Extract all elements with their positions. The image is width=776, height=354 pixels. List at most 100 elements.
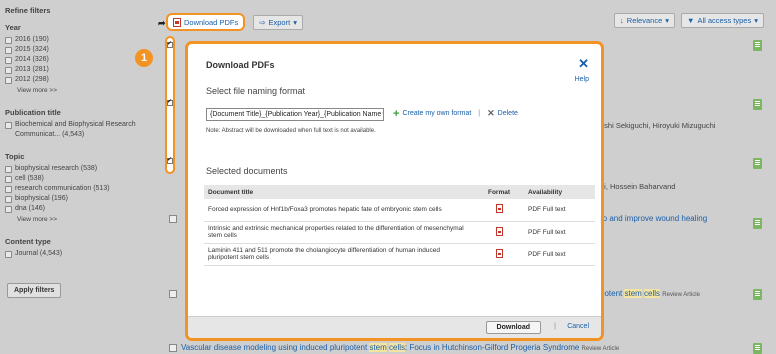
plus-icon[interactable]: +: [393, 108, 399, 119]
pdf-icon: [495, 226, 503, 236]
filter-option[interactable]: 2014 (326): [5, 55, 143, 65]
column-header: Availability: [524, 185, 595, 199]
export-icon: ⇨: [259, 17, 266, 27]
dialog-title: Download PDFs: [206, 60, 275, 70]
availability-cell: PDF Full text: [524, 243, 595, 266]
dialog-footer: Download | Cancel: [188, 316, 601, 338]
help-link[interactable]: Help: [575, 76, 589, 83]
download-pdfs-label: Download PDFs: [184, 17, 239, 27]
pointer-arrow-icon: ➦: [158, 18, 166, 28]
document-icon[interactable]: [753, 343, 762, 354]
checkbox[interactable]: [5, 175, 12, 183]
filter-option[interactable]: research communication (513): [5, 184, 143, 194]
result-title[interactable]: Vascular disease modeling using induced …: [181, 343, 619, 352]
download-button[interactable]: Download: [485, 321, 541, 334]
filter-option-label: Journal (4,543): [15, 250, 63, 257]
document-icon[interactable]: [753, 40, 762, 51]
format-cell: [474, 243, 524, 266]
filter-group-title: Publication title: [5, 108, 61, 117]
filter-option-label: 2014 (326): [15, 56, 49, 63]
table-row: Intrinsic and extrinsic mechanical prope…: [204, 221, 595, 244]
result-checkbox-checked[interactable]: [167, 98, 173, 106]
filter-option[interactable]: 2015 (324): [5, 45, 143, 55]
chevron-down-icon: ▾: [293, 17, 297, 27]
checkbox[interactable]: [5, 121, 12, 129]
filter-group-title: Year: [5, 23, 21, 32]
checkbox[interactable]: [5, 250, 12, 258]
checkbox[interactable]: [5, 36, 12, 44]
filter-option[interactable]: biophysical (196): [5, 194, 143, 204]
naming-format-select[interactable]: {Document Title}_{Publication Year}_{Pub…: [206, 108, 384, 121]
selected-checkboxes-highlight: [165, 36, 175, 174]
filter-option-label: 2013 (281): [15, 66, 49, 73]
chevron-down-icon: ▾: [665, 16, 670, 25]
filter-option[interactable]: 2013 (281): [5, 65, 143, 75]
pdf-icon: [173, 17, 181, 27]
sort-controls: ↓ Relevance ▾ ▼ All access types ▾: [614, 13, 764, 28]
close-icon[interactable]: ✕: [578, 56, 589, 72]
availability-cell: PDF Full text: [524, 199, 595, 222]
filter-option[interactable]: 2016 (190): [5, 35, 143, 45]
delete-icon[interactable]: ✕: [487, 108, 495, 119]
download-pdfs-button[interactable]: ➦ Download PDFs: [158, 13, 246, 31]
view-more-link[interactable]: View more >>: [5, 85, 143, 96]
filter-option-label: biophysical (196): [15, 195, 68, 202]
checkbox[interactable]: [5, 185, 12, 193]
filter-option-label: cell (538): [15, 175, 44, 182]
separator: |: [478, 110, 481, 117]
naming-format-value: {Document Title}_{Publication Year}_{Pub…: [210, 111, 382, 118]
column-header: Format: [474, 185, 524, 199]
filter-option-label: 2012 (298): [15, 76, 49, 83]
step-number-badge: 1: [135, 49, 153, 67]
result-checkbox-checked[interactable]: [167, 156, 173, 164]
delete-link[interactable]: Delete: [498, 110, 518, 117]
checkbox[interactable]: [5, 66, 12, 74]
checkbox[interactable]: [5, 205, 12, 213]
filter-option[interactable]: Journal (4,543): [5, 249, 143, 259]
filter-option[interactable]: biophysical research (538): [5, 164, 143, 174]
checkbox[interactable]: [5, 165, 12, 173]
relevance-sort-button[interactable]: ↓ Relevance ▾: [614, 13, 676, 28]
document-icon[interactable]: [753, 158, 762, 169]
document-icon[interactable]: [753, 218, 762, 229]
filter-option[interactable]: dna (146): [5, 204, 143, 214]
filter-option-label: biophysical research (538): [15, 165, 98, 172]
filter-option[interactable]: 2012 (298): [5, 75, 143, 85]
results-toolbar: ➦ Download PDFs ⇨ Export ▾: [158, 12, 303, 32]
cancel-link[interactable]: Cancel: [567, 323, 589, 330]
filter-option-label: 2016 (190): [15, 36, 49, 43]
export-button[interactable]: ⇨ Export ▾: [253, 14, 303, 30]
result-checkbox[interactable]: [169, 290, 177, 298]
access-types-label: All access types: [697, 16, 752, 25]
abstract-note: Note: Abstract will be downloaded when f…: [206, 128, 376, 134]
document-icon[interactable]: [753, 289, 762, 300]
access-types-button[interactable]: ▼ All access types ▾: [681, 13, 764, 28]
filter-option-label: 2015 (324): [15, 46, 49, 53]
sort-arrow-icon: ↓: [620, 16, 624, 25]
result-checkbox-checked[interactable]: [167, 40, 173, 48]
checkbox[interactable]: [5, 56, 12, 64]
result-author-snippet: oshi Sekiguchi, Hiroyuki Mizuguchi: [600, 121, 716, 130]
result-checkbox[interactable]: [169, 344, 177, 352]
document-icon[interactable]: [753, 99, 762, 110]
availability-cell: PDF Full text: [524, 221, 595, 244]
filter-group-title: Topic: [5, 152, 25, 161]
document-title-cell: Intrinsic and extrinsic mechanical prope…: [204, 221, 474, 244]
view-more-link[interactable]: View more >>: [5, 214, 143, 225]
filter-group-content-type: Content type Journal (4,543): [5, 237, 143, 259]
filter-option[interactable]: Biochemical and Biophysical Research Com…: [5, 120, 143, 140]
refine-filters-title: Refine filters: [5, 6, 51, 15]
create-format-link[interactable]: Create my own format: [402, 110, 471, 117]
pdf-icon: [495, 248, 503, 258]
pdf-icon: [495, 204, 503, 214]
filter-option[interactable]: cell (538): [5, 174, 143, 184]
checkbox[interactable]: [5, 46, 12, 54]
checkbox[interactable]: [5, 195, 12, 203]
result-checkbox[interactable]: [169, 215, 177, 223]
filter-option-label: research communication (513): [15, 185, 110, 192]
apply-filters-button[interactable]: Apply filters: [7, 283, 62, 298]
document-title-cell: Forced expression of Hnf1b/Foxa3 promote…: [204, 199, 474, 222]
checkbox[interactable]: [5, 76, 12, 84]
result-title-snippet[interactable]: potent stem cells Review Article: [600, 289, 700, 298]
result-title-snippet[interactable]: ro and improve wound healing: [600, 214, 707, 223]
